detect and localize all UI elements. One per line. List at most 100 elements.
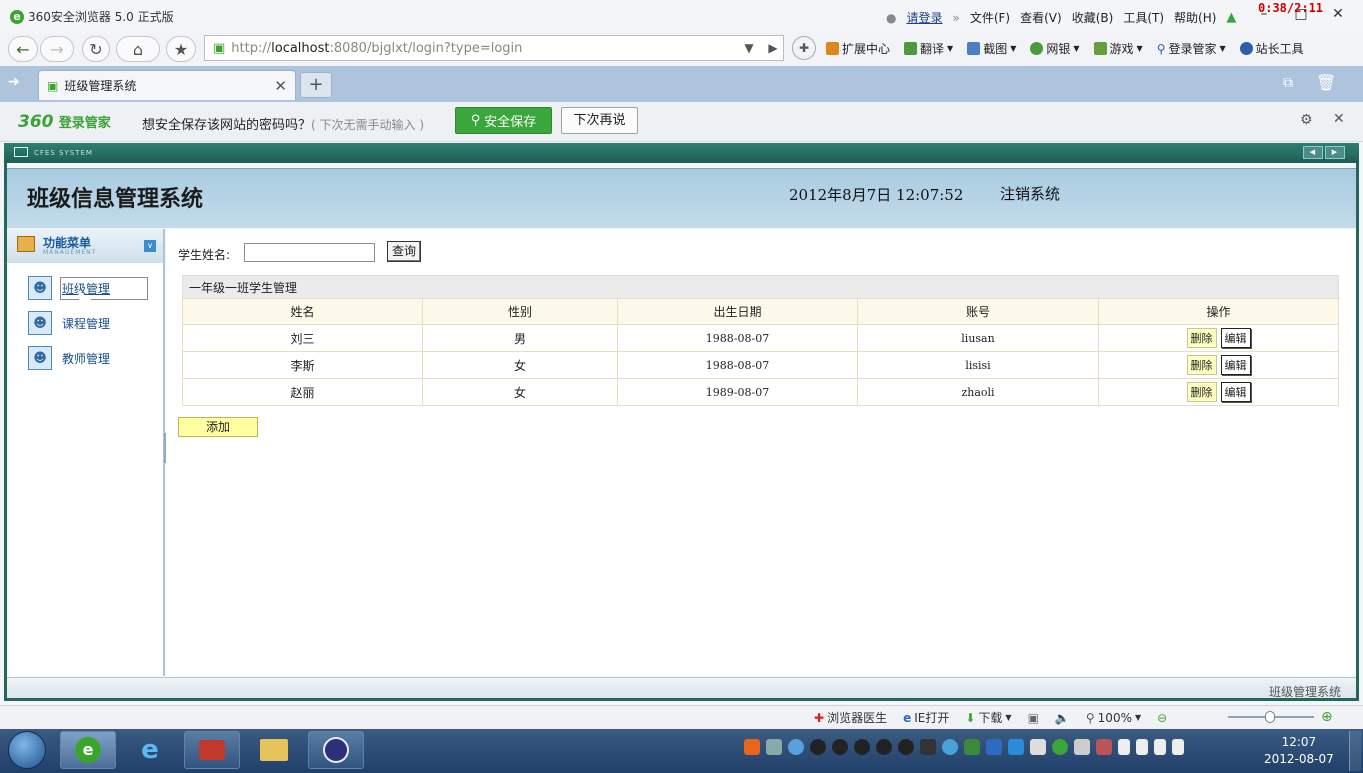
home-button[interactable]: ⌂ bbox=[116, 36, 160, 62]
forward-button[interactable]: → bbox=[40, 36, 74, 62]
tray-icon[interactable] bbox=[920, 739, 936, 755]
open-in-ie-button[interactable]: e IE打开 bbox=[903, 709, 949, 726]
person-icon: ☻ bbox=[28, 276, 52, 300]
download-button[interactable]: ⬇ 下载 ▼ bbox=[965, 709, 1011, 726]
webmaster-tools-button[interactable]: 站长工具 bbox=[1239, 40, 1304, 57]
url-dropdown-icon[interactable]: ▼ bbox=[738, 36, 760, 60]
collapse-icon[interactable]: ∨ bbox=[144, 240, 156, 252]
restore-tabs-icon[interactable]: ⧉ bbox=[1283, 75, 1293, 91]
cell-gender: 男 bbox=[422, 324, 618, 352]
show-desktop-button[interactable] bbox=[1349, 731, 1361, 771]
scroll-left-icon[interactable]: ◀ bbox=[1303, 146, 1323, 159]
qq-icon[interactable] bbox=[898, 739, 914, 755]
delete-button[interactable]: 删除 bbox=[1186, 328, 1217, 348]
games-button[interactable]: 游戏 ▼ bbox=[1093, 40, 1143, 57]
menu-file[interactable]: 文件(F) bbox=[970, 9, 1010, 26]
speaker-icon[interactable]: 🔈 bbox=[1055, 711, 1070, 725]
app-header: 班级信息管理系统 2012年8月7日 12:07:52 注销系统 bbox=[7, 168, 1357, 228]
taskbar-app-ie[interactable]: e bbox=[122, 731, 178, 769]
qq-icon[interactable] bbox=[832, 739, 848, 755]
delete-button[interactable]: 删除 bbox=[1186, 355, 1217, 375]
sync-icon[interactable] bbox=[1052, 739, 1068, 755]
close-window-button[interactable]: ✕ bbox=[1327, 5, 1349, 23]
menu-help[interactable]: 帮助(H) bbox=[1174, 9, 1216, 26]
logout-link[interactable]: 注销系统 bbox=[1000, 183, 1060, 204]
edit-button[interactable]: 编辑 bbox=[1220, 382, 1251, 402]
sidebar-toggle-icon[interactable]: ➜ bbox=[8, 74, 20, 90]
taskbar-clock[interactable]: 12:07 2012-08-07 bbox=[1264, 734, 1334, 768]
close-bar-icon[interactable]: ✕ bbox=[1333, 111, 1345, 127]
browser-doctor-button[interactable]: ✚ 浏览器医生 bbox=[814, 709, 887, 726]
zoom-out-icon[interactable]: ⊖ bbox=[1157, 711, 1167, 725]
arrow-left-icon: ← bbox=[16, 39, 30, 59]
menu-folder-icon bbox=[17, 236, 35, 252]
cell-name: 李斯 bbox=[182, 351, 423, 379]
taskbar-app-explorer[interactable] bbox=[246, 731, 302, 769]
tray-icon[interactable] bbox=[1136, 739, 1148, 755]
network-icon[interactable] bbox=[1154, 739, 1166, 755]
zoom-slider-handle[interactable] bbox=[1265, 711, 1275, 723]
tray-icon[interactable] bbox=[1096, 739, 1112, 755]
online-bank-button[interactable]: 网银 ▼ bbox=[1030, 40, 1080, 57]
taskbar-app-360browser[interactable]: e bbox=[60, 731, 116, 769]
maximize-button[interactable]: □ bbox=[1290, 5, 1312, 23]
trash-icon[interactable]: 🗑 bbox=[1316, 73, 1336, 92]
taskbar-app-toolbox[interactable] bbox=[184, 731, 240, 769]
scroll-right-icon[interactable]: ▶ bbox=[1325, 146, 1345, 159]
menu-view[interactable]: 查看(V) bbox=[1020, 9, 1062, 26]
tray-icon[interactable] bbox=[766, 739, 782, 755]
window-icon[interactable]: ▣ bbox=[1028, 711, 1039, 725]
screenshot-button[interactable]: 截图 ▼ bbox=[967, 40, 1016, 57]
taskbar-app-eclipse[interactable] bbox=[308, 731, 364, 769]
zoom-in-icon[interactable]: ⊕ bbox=[1321, 709, 1333, 725]
ime-icon[interactable] bbox=[744, 739, 760, 755]
screenshot-icon bbox=[967, 42, 981, 55]
skin-shirt-icon[interactable]: ▲ bbox=[1226, 10, 1236, 25]
menu-item-teacher-management[interactable]: ☻ 教师管理 bbox=[28, 346, 148, 370]
student-name-input[interactable] bbox=[244, 243, 375, 262]
qq-icon[interactable] bbox=[810, 739, 826, 755]
login-link[interactable]: 请登录 bbox=[906, 9, 942, 26]
menu-favorites[interactable]: 收藏(B) bbox=[1072, 9, 1114, 26]
start-button[interactable] bbox=[8, 731, 46, 769]
volume-icon[interactable] bbox=[1172, 739, 1184, 755]
close-tab-icon[interactable]: ✕ bbox=[274, 77, 287, 95]
delete-button[interactable]: 删除 bbox=[1186, 382, 1217, 402]
add-button[interactable]: 添加 bbox=[178, 417, 258, 437]
tray-icon[interactable] bbox=[964, 739, 980, 755]
translate-button[interactable]: 翻译 ▼ bbox=[904, 40, 953, 57]
tray-icon[interactable] bbox=[788, 739, 804, 755]
tray-icon[interactable] bbox=[942, 739, 958, 755]
edit-button[interactable]: 编辑 bbox=[1220, 355, 1251, 375]
favorite-star-button[interactable]: ★ bbox=[166, 36, 196, 62]
tray-icon[interactable] bbox=[986, 739, 1002, 755]
tab-active[interactable]: ▣ 班级管理系统 ✕ bbox=[38, 70, 296, 100]
flag-icon[interactable] bbox=[1118, 739, 1130, 755]
tray-icon[interactable] bbox=[1030, 739, 1046, 755]
shield-icon[interactable]: ✚ bbox=[792, 36, 816, 60]
safe-save-button[interactable]: ⚲ 安全保存 bbox=[455, 107, 552, 134]
menu-tools[interactable]: 工具(T) bbox=[1123, 9, 1164, 26]
app-title: 班级信息管理系统 bbox=[27, 186, 204, 212]
minimize-button[interactable]: – bbox=[1253, 5, 1275, 23]
back-button[interactable]: ← bbox=[8, 36, 38, 62]
browser-toolbar-links: 扩展中心 翻译 ▼ 截图 ▼ 网银 ▼ 游戏 ▼ ⚲ 登录管家 ▼ 站长工具 bbox=[826, 40, 1304, 57]
query-button[interactable]: 查询 bbox=[387, 241, 421, 262]
later-button[interactable]: 下次再说 bbox=[561, 107, 638, 134]
qq-icon[interactable] bbox=[876, 739, 892, 755]
go-button[interactable]: ▶ bbox=[763, 36, 783, 60]
tray-icon[interactable] bbox=[1074, 739, 1090, 755]
new-tab-button[interactable]: + bbox=[300, 72, 332, 98]
menu-item-course-management[interactable]: ☻ 课程管理 bbox=[28, 311, 148, 335]
address-bar[interactable]: ▣ http://localhost:8080/bjglxt/login?typ… bbox=[204, 35, 784, 61]
qq-icon[interactable] bbox=[854, 739, 870, 755]
col-header-gender: 性别 bbox=[422, 298, 618, 325]
security-shield-icon[interactable] bbox=[1008, 739, 1024, 755]
gear-icon[interactable]: ⚙ bbox=[1300, 112, 1313, 128]
zoom-level[interactable]: ⚲ 100% ▼ bbox=[1086, 711, 1141, 725]
extensions-button[interactable]: 扩展中心 bbox=[826, 40, 890, 57]
login-manager-button[interactable]: ⚲ 登录管家 ▼ bbox=[1157, 40, 1226, 57]
refresh-button[interactable]: ↻ bbox=[82, 36, 110, 62]
password-save-message: 想安全保存该网站的密码吗？( 下次无需手动输入 ) bbox=[142, 118, 425, 133]
edit-button[interactable]: 编辑 bbox=[1220, 328, 1251, 348]
